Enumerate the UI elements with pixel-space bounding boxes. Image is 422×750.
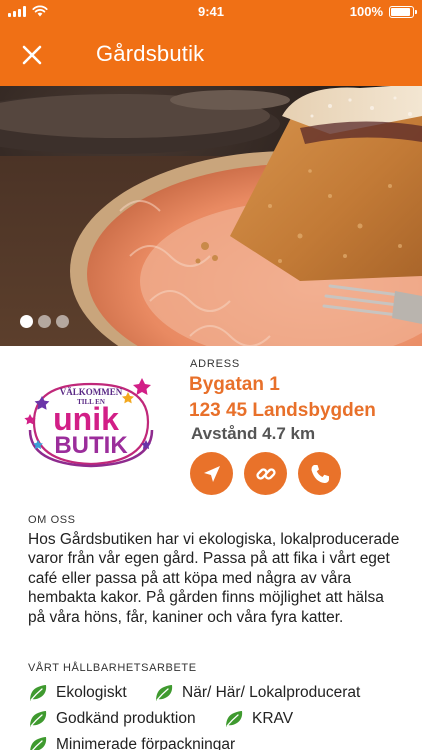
link-button[interactable]	[244, 452, 287, 495]
address-postal-city[interactable]: 123 45 Landsbygden	[189, 400, 376, 422]
address-street[interactable]: Bygatan 1	[189, 374, 280, 396]
logo-text-welcome: VÄLKOMMEN	[60, 387, 123, 397]
close-icon	[22, 45, 42, 65]
cake-photo	[0, 86, 422, 346]
sustainability-tag: När/ Här/ Lokalproducerat	[154, 684, 360, 702]
sustainability-tag: Ekologiskt	[28, 684, 127, 702]
carousel-dot[interactable]	[38, 315, 51, 328]
tag-label: KRAV	[252, 710, 294, 727]
logo-text-butik: BUTIK	[54, 432, 128, 459]
nav-bar: Gårdsbutik	[0, 24, 422, 86]
tag-label: Minimerade förpackningar	[56, 736, 236, 750]
status-right: 100%	[349, 4, 417, 19]
sustainability-label: VÅRT HÅLLBARHETSARBETE	[28, 662, 197, 674]
store-logo: VÄLKOMMEN TILL EN unik BUTIK	[24, 378, 154, 468]
sustainability-tag: Godkänd produktion	[28, 710, 196, 728]
leaf-icon	[30, 737, 47, 750]
navigate-button[interactable]	[190, 452, 233, 495]
leaf-icon	[226, 711, 243, 727]
battery-fill	[391, 7, 410, 16]
phone-icon	[311, 464, 329, 483]
carousel-dot[interactable]	[20, 315, 33, 328]
sustainability-tag: KRAV	[224, 710, 293, 728]
tag-label: Ekologiskt	[56, 684, 127, 701]
tag-label: Godkänd produktion	[56, 710, 196, 727]
leaf-icon	[30, 711, 47, 727]
tag-label: När/ Här/ Lokalproducerat	[182, 684, 361, 701]
action-buttons	[190, 452, 341, 495]
close-button[interactable]	[14, 37, 50, 73]
sustainability-tag: Minimerade förpackningar	[28, 736, 235, 750]
battery-percent: 100%	[349, 4, 383, 19]
navigate-icon	[203, 465, 220, 482]
battery-icon	[389, 5, 417, 18]
carousel-dots	[20, 315, 69, 328]
page-title: Gårdsbutik	[96, 41, 205, 66]
phone-button[interactable]	[298, 452, 341, 495]
carousel-dot[interactable]	[56, 315, 69, 328]
about-text: Hos Gårdsbutiken har vi ekologiska, loka…	[28, 531, 400, 626]
hero-image-carousel[interactable]	[0, 86, 422, 346]
link-icon	[255, 467, 276, 480]
address-label: ADRESS	[190, 358, 241, 370]
about-label: OM OSS	[28, 514, 76, 526]
leaf-icon	[30, 685, 47, 701]
status-bar: 9:41 100%	[0, 0, 422, 24]
distance-text: Avstånd 4.7 km	[191, 424, 316, 443]
leaf-icon	[156, 685, 173, 701]
